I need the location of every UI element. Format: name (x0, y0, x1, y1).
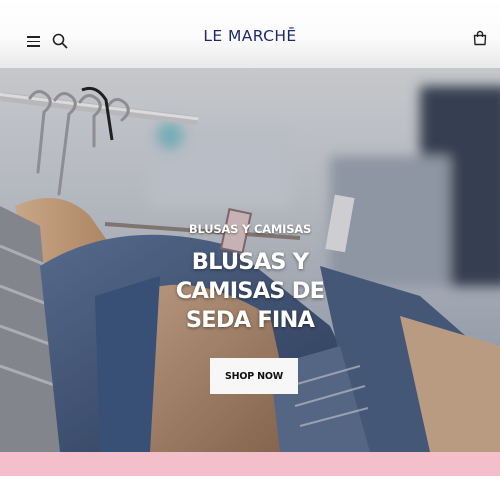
shop-now-button[interactable]: SHOP NOW (210, 358, 298, 394)
hero-headline-line: SEDA FINA (185, 307, 315, 333)
hero-eyebrow: BLUSAS Y CAMISAS (188, 222, 312, 236)
hero-headline-line: BLUSAS Y (191, 249, 309, 275)
hero-headline: BLUSAS Y CAMISAS DE SEDA FINA (0, 248, 500, 335)
hero-banner: BLUSAS Y CAMISAS BLUSAS Y CAMISAS DE SED… (0, 66, 500, 452)
promo-bar (0, 452, 500, 476)
shopping-bag-icon[interactable] (473, 30, 487, 46)
page-bottom-strip (0, 476, 500, 500)
hero-headline-line: CAMISAS DE (175, 278, 325, 304)
brand-logo[interactable]: LE MARCHĒ (0, 27, 500, 45)
site-header: LE MARCHĒ (0, 0, 500, 68)
